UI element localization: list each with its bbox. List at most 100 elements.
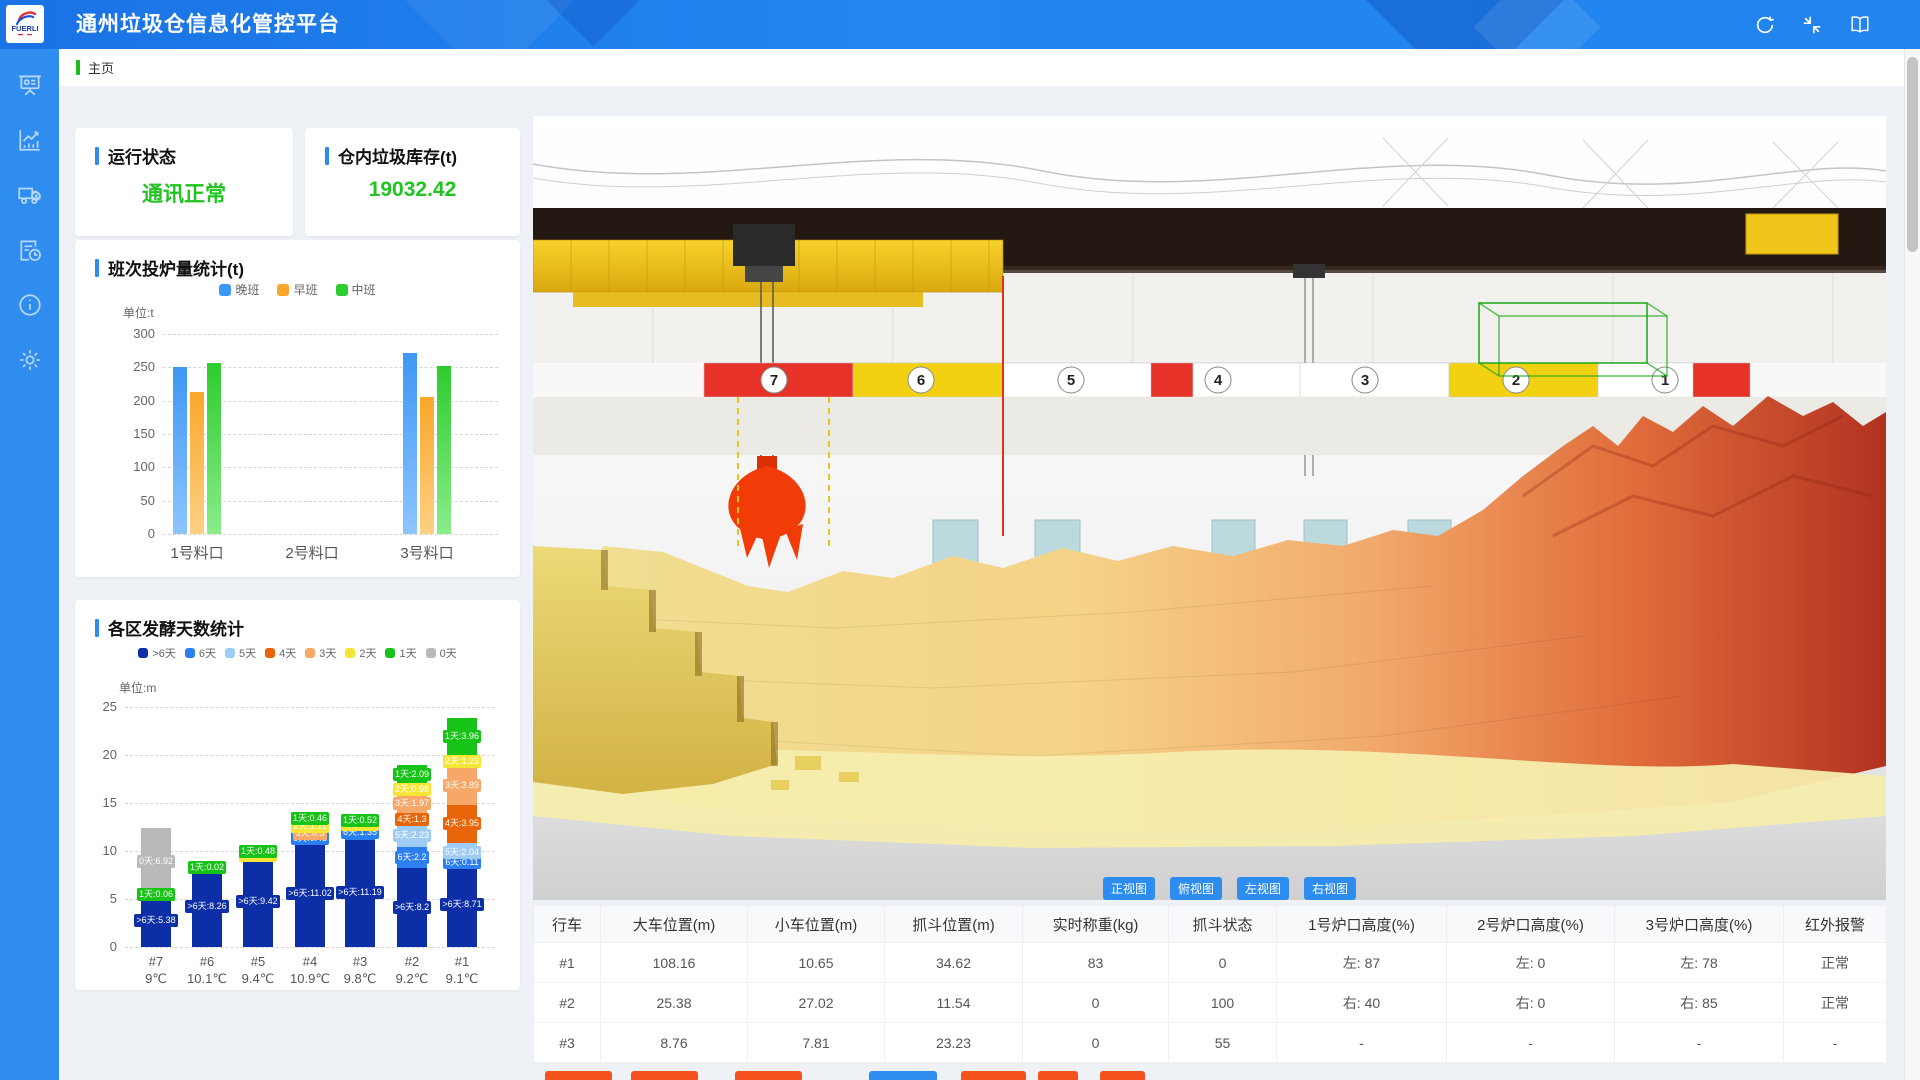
stack-segment-6天 (345, 827, 375, 840)
title-accent (325, 147, 329, 165)
bay-number: 5 (1067, 372, 1075, 389)
x-category-label: 3号料口 (382, 542, 472, 563)
view-button-右视图[interactable]: 右视图 (1304, 877, 1356, 900)
table-cell: 左: 78 (1615, 943, 1784, 983)
table-cell: 8.76 (601, 1023, 748, 1063)
table-header-cell: 实时称重(kg) (1023, 906, 1169, 943)
stack-segment->6天 (295, 841, 325, 947)
company-logo: FUERLI (6, 5, 44, 43)
table-cell: 0 (1023, 1023, 1169, 1063)
table-cell: 左: 87 (1277, 943, 1447, 983)
y-tick-label: 150 (109, 426, 155, 441)
stack-segment-2天 (397, 785, 427, 794)
stack-segment-1天 (345, 818, 375, 823)
y-tick-label: 25 (79, 699, 117, 714)
fermentation-chart-plot: 0510152025#79℃#610.1℃#59.4℃#410.9℃#39.8℃… (75, 600, 520, 990)
stack-segment-0天 (141, 828, 171, 894)
scrollbar-thumb[interactable] (1907, 57, 1918, 252)
inventory-panel: 仓内垃圾库存(t) 19032.42 (305, 128, 520, 236)
table-cell: 108.16 (601, 943, 748, 983)
stack-segment-5天 (397, 826, 427, 847)
table-header-cell: 大车位置(m) (601, 906, 748, 943)
book-icon[interactable] (1848, 14, 1872, 36)
stack-segment->6天 (141, 895, 171, 947)
breadcrumb-label[interactable]: 主页 (88, 58, 114, 77)
title-accent (95, 147, 99, 165)
compress-icon[interactable] (1801, 14, 1823, 36)
table-cell: 0 (1023, 983, 1169, 1023)
bay-number: 6 (917, 372, 925, 389)
shift-chart-plot: 0501001502002503001号料口2号料口3号料口 (75, 240, 520, 577)
info-icon[interactable] (17, 292, 43, 318)
bar-早班 (420, 397, 434, 534)
stack-segment-1天 (243, 850, 273, 855)
bottom-action-button[interactable] (1038, 1071, 1078, 1080)
table-cell: 左: 0 (1447, 943, 1615, 983)
inventory-value: 19032.42 (305, 178, 520, 202)
stack-segment->6天 (397, 868, 427, 947)
table-cell: - (1615, 1023, 1784, 1063)
bar-temp-label: 9.1℃ (427, 970, 497, 987)
bottom-action-button[interactable] (631, 1071, 698, 1080)
bottom-action-button[interactable] (545, 1071, 612, 1080)
bay-number-strip: 7654321 (704, 363, 1750, 397)
fermentation-chart-panel: 各区发酵天数统计 >6天6天5天4天3天2天1天0天 单位:m 05101520… (75, 600, 520, 990)
gridline (125, 803, 495, 804)
stats-icon[interactable] (17, 127, 43, 153)
crane-trolley (733, 224, 795, 266)
y-tick-label: 100 (109, 459, 155, 474)
table-cell: 27.02 (748, 983, 885, 1023)
stack-segment->6天 (345, 840, 375, 947)
stack-segment-2天 (295, 821, 325, 832)
stack-segment-3天 (447, 767, 477, 804)
logo-text: FUERLI (11, 24, 38, 33)
gridline (163, 534, 498, 535)
table-row: #38.767.8123.23055---- (534, 1023, 1887, 1063)
stack-segment-1天 (295, 817, 325, 821)
bar-中班 (207, 363, 221, 534)
bay-number: 2 (1512, 372, 1520, 389)
dashboard-icon[interactable] (17, 72, 43, 98)
view-button-正视图[interactable]: 正视图 (1103, 877, 1155, 900)
stack-segment-4天 (447, 805, 477, 843)
scrollbar-track[interactable] (1904, 49, 1920, 1080)
view-button-俯视图[interactable]: 俯视图 (1170, 877, 1222, 900)
gridline (125, 755, 495, 756)
bar-晚班 (403, 353, 417, 534)
gridline (125, 707, 495, 708)
view-button-左视图[interactable]: 左视图 (1237, 877, 1289, 900)
y-tick-label: 5 (79, 891, 117, 906)
stack-segment->6天 (192, 868, 222, 947)
truck-icon[interactable] (17, 182, 43, 208)
table-cell: 正常 (1784, 983, 1887, 1023)
bunker-3d-view[interactable]: 7654321 (533, 116, 1886, 900)
stack-segment-6天 (447, 862, 477, 863)
bay-number: 3 (1361, 372, 1369, 389)
table-cell: 23.23 (885, 1023, 1023, 1063)
bottom-action-button[interactable] (1100, 1071, 1145, 1080)
report-icon[interactable] (17, 237, 43, 263)
table-cell: 正常 (1784, 943, 1887, 983)
run-status-value: 通讯正常 (75, 178, 293, 208)
fuerli-logo-icon: FUERLI (8, 7, 42, 41)
y-tick-label: 50 (109, 493, 155, 508)
table-cell: #2 (534, 983, 601, 1023)
table-cell: 25.38 (601, 983, 748, 1023)
bottom-action-button[interactable] (961, 1071, 1026, 1080)
refresh-icon[interactable] (1754, 14, 1776, 36)
stack-segment-1天 (397, 765, 427, 785)
right-crane-block (1746, 214, 1838, 254)
bar-晚班 (173, 367, 187, 534)
bay-strip-segment (1693, 363, 1750, 397)
stack-segment-6天 (295, 837, 325, 841)
stack-segment-3天 (295, 832, 325, 837)
stack-segment-2天 (243, 855, 273, 857)
y-tick-label: 300 (109, 326, 155, 341)
gridline (125, 947, 495, 948)
y-tick-label: 200 (109, 393, 155, 408)
bottom-action-button[interactable] (735, 1071, 802, 1080)
bottom-action-button[interactable] (869, 1071, 937, 1080)
table-header-cell: 2号炉口高度(%) (1447, 906, 1615, 943)
settings-icon[interactable] (17, 347, 43, 373)
crane-data-table: 行车大车位置(m)小车位置(m)抓斗位置(m)实时称重(kg)抓斗状态1号炉口高… (533, 905, 1887, 1063)
